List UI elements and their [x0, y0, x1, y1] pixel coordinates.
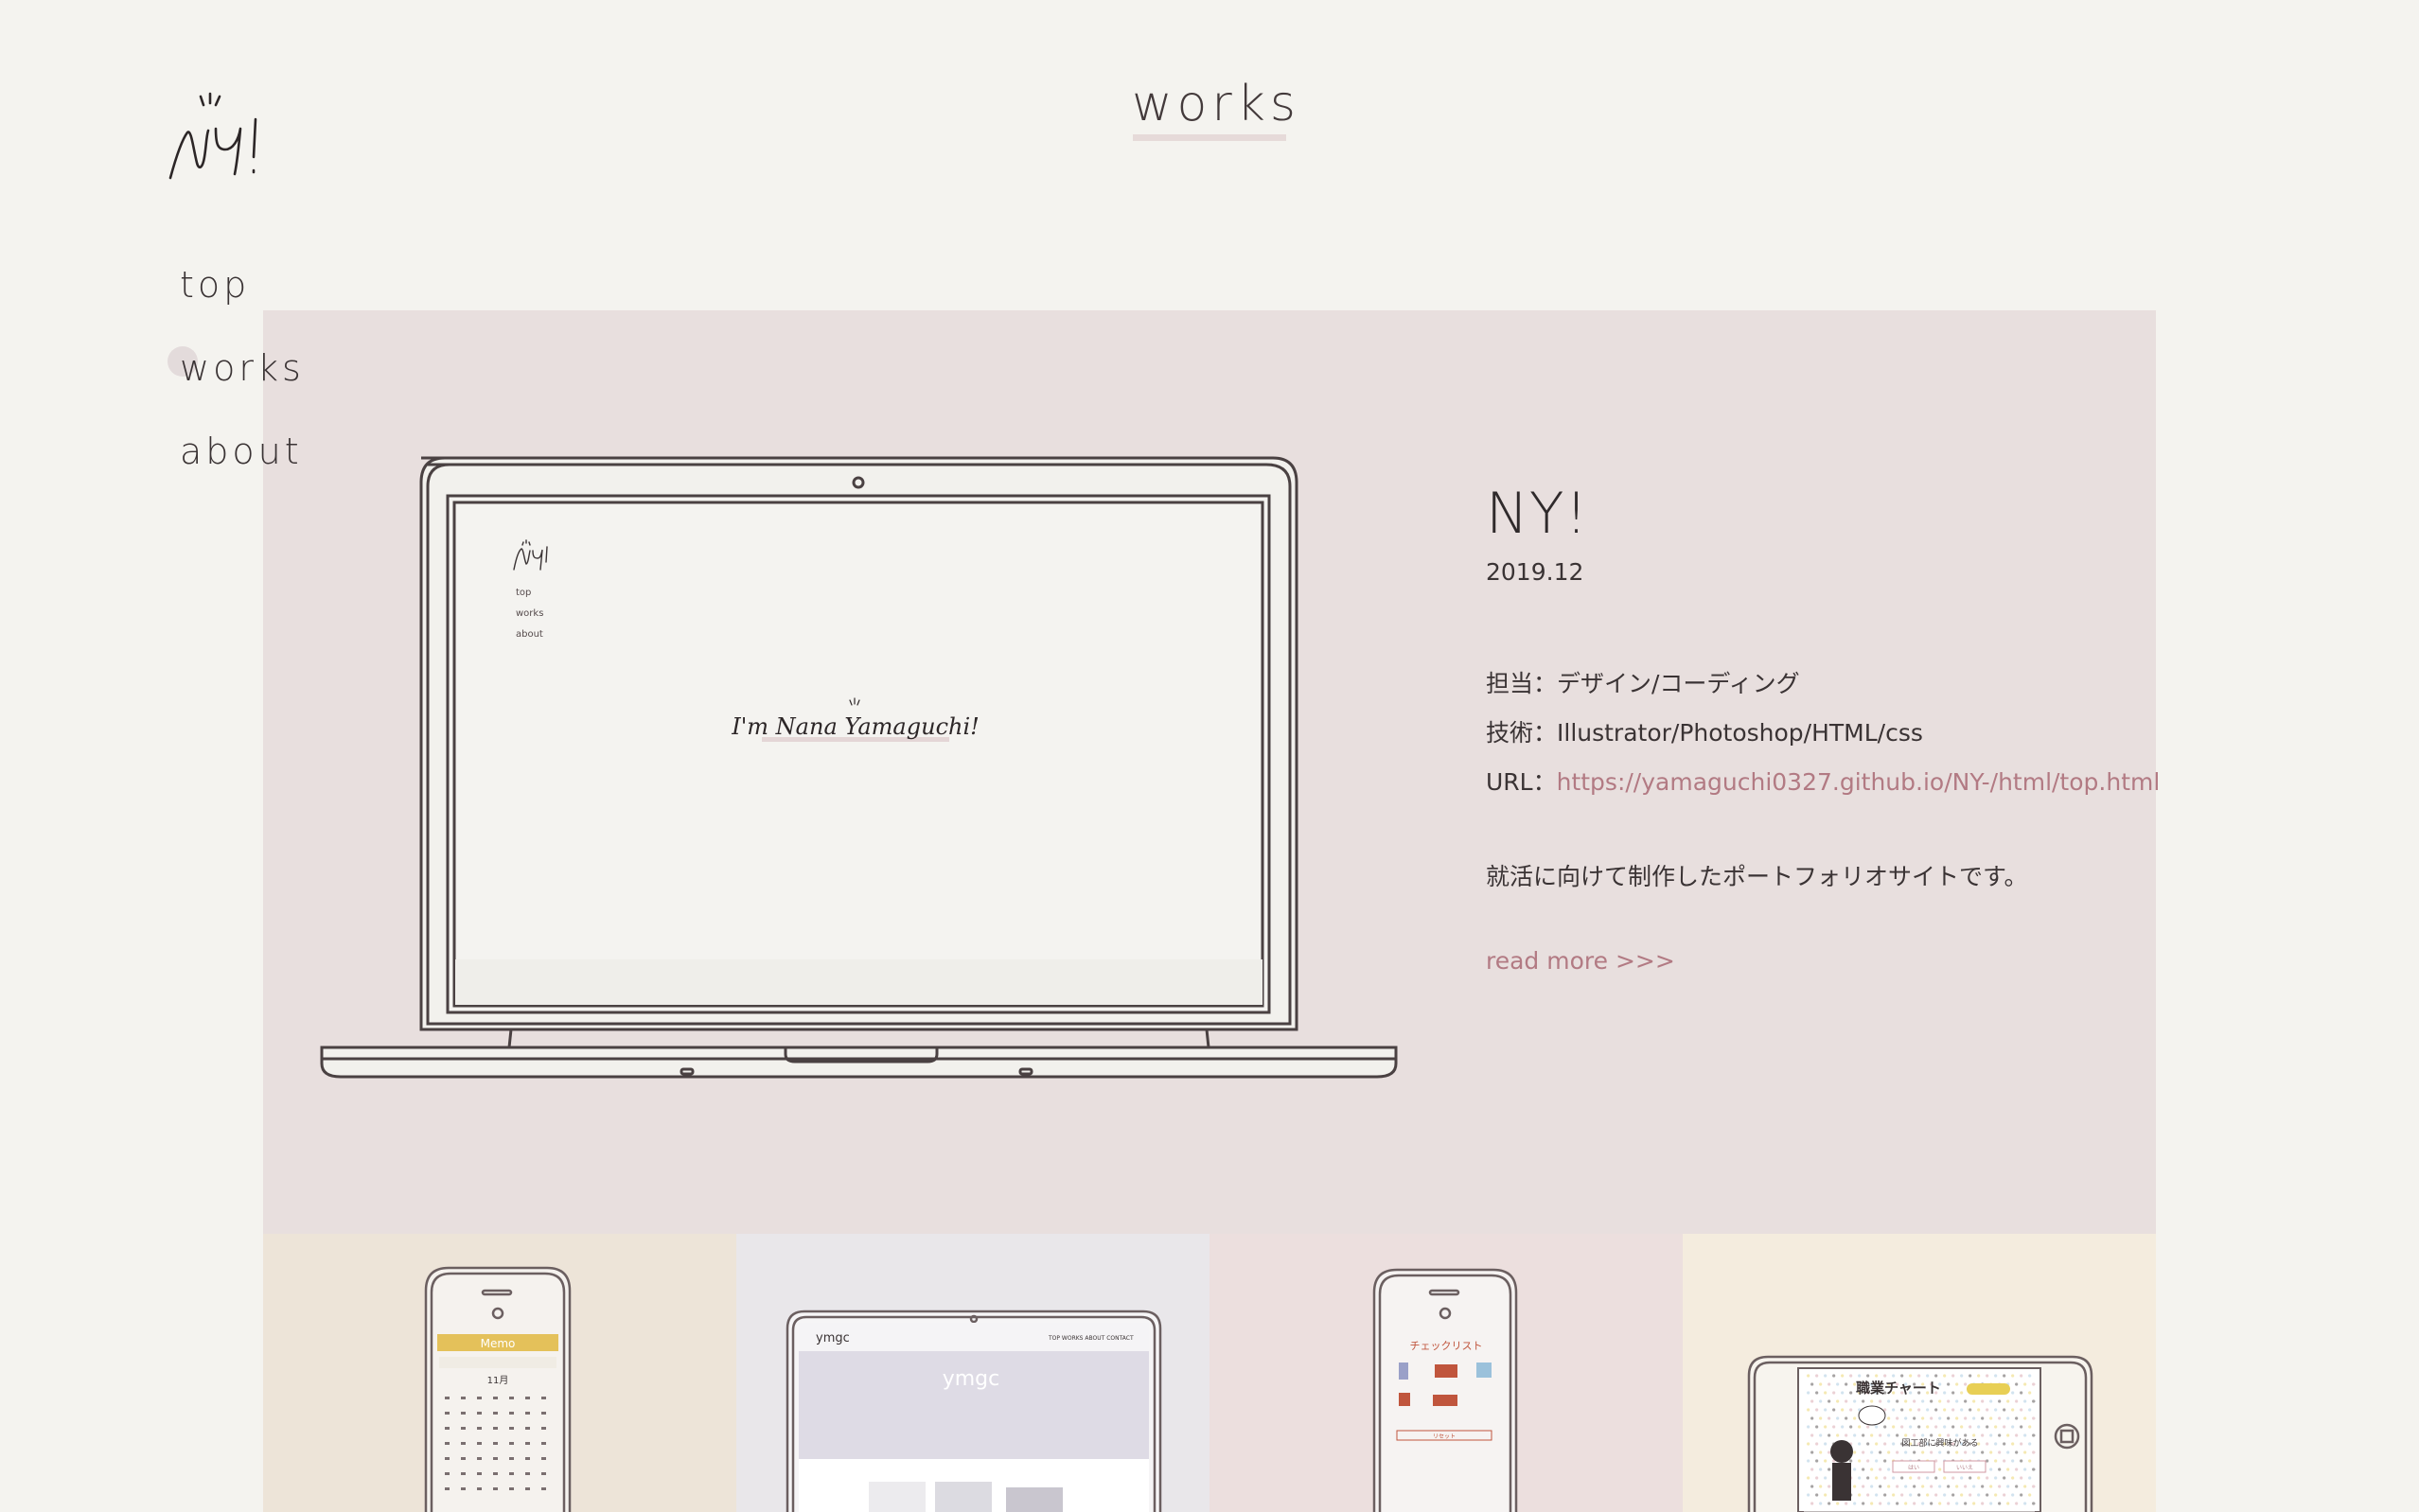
read-more-link[interactable]: read more >>> — [1486, 947, 1675, 975]
calendar-day — [461, 1472, 466, 1475]
calendar-day — [541, 1472, 546, 1475]
url-label: URL： — [1486, 768, 1557, 796]
thumb-screen-title: 職業チャート — [1856, 1380, 1941, 1397]
calendar-day — [461, 1412, 466, 1415]
work-detail: NY! 2019.12 担当：デザイン/コーディング 技術：Illustrato… — [1486, 481, 2160, 975]
nav-item-top[interactable]: top — [180, 261, 305, 344]
page-title: works — [1132, 76, 1300, 132]
calendar-day — [525, 1412, 530, 1415]
thumb-screen-title: Memo — [481, 1337, 516, 1350]
thumb-reset-button: リセット — [1433, 1433, 1456, 1440]
logo[interactable] — [163, 91, 295, 182]
calendar-day — [509, 1442, 514, 1445]
calendar-day — [477, 1457, 482, 1460]
screen-nav-works: works — [516, 608, 543, 619]
calendar-day — [525, 1457, 530, 1460]
work-url-row: URL：https://yamaguchi0327.github.io/NY-/… — [1486, 758, 2160, 807]
thumb-ymgc-logo: ymgc — [816, 1331, 850, 1345]
calendar-day — [509, 1487, 514, 1490]
thumb-option-no: いいえ — [1956, 1465, 1973, 1471]
calendar-day — [525, 1442, 530, 1445]
calendar-day — [509, 1412, 514, 1415]
calendar-day — [477, 1442, 482, 1445]
calendar-day — [477, 1427, 482, 1430]
calendar-day — [525, 1397, 530, 1399]
calendar-day — [541, 1412, 546, 1415]
work-role: 担当：デザイン/コーディング — [1486, 670, 1800, 697]
nav-item-works[interactable]: works — [180, 344, 305, 428]
calendar-day — [541, 1457, 546, 1460]
thumb-month: 11月 — [487, 1375, 509, 1386]
work-url-link[interactable]: https://yamaguchi0327.github.io/NY-/html… — [1557, 768, 2161, 796]
thumbnail-calendar-app[interactable]: Memo 11月 — [263, 1234, 736, 1512]
calendar-day — [541, 1442, 546, 1445]
screen-nav-about: about — [516, 629, 543, 640]
calendar-day — [477, 1412, 482, 1415]
side-nav: top works about — [180, 261, 305, 511]
calendar-day — [493, 1397, 498, 1399]
calendar-day — [493, 1412, 498, 1415]
calendar-day — [461, 1427, 466, 1430]
calendar-day — [493, 1427, 498, 1430]
thumbnail-checklist-app[interactable]: チェックリスト リセット — [1210, 1234, 1683, 1512]
work-description: 就活に向けて制作したポートフォリオサイトです。 — [1486, 863, 2028, 890]
calendar-day — [477, 1487, 482, 1490]
nav-item-about[interactable]: about — [180, 428, 305, 511]
calendar-day — [493, 1457, 498, 1460]
calendar-day — [509, 1427, 514, 1430]
calendar-day — [445, 1397, 450, 1399]
thumb-screen-title: ymgc — [943, 1367, 1000, 1391]
calendar-day — [477, 1397, 482, 1399]
calendar-day — [541, 1397, 546, 1399]
calendar-day — [509, 1457, 514, 1460]
calendar-day — [445, 1427, 450, 1430]
calendar-day — [477, 1472, 482, 1475]
calendar-day — [493, 1472, 498, 1475]
calendar-day — [461, 1487, 466, 1490]
work-tech: 技術：Illustrator/Photoshop/HTML/css — [1486, 719, 1923, 747]
work-title: NY! — [1486, 481, 1589, 547]
calendar-day — [541, 1427, 546, 1430]
calendar-day — [525, 1487, 530, 1490]
calendar-day — [445, 1442, 450, 1445]
thumbnail-ymgc-site[interactable]: ymgc TOP WORKS ABOUT CONTACT ymgc — [736, 1234, 1210, 1512]
calendar-day — [509, 1472, 514, 1475]
calendar-day — [525, 1427, 530, 1430]
calendar-day — [445, 1487, 450, 1490]
calendar-day — [493, 1487, 498, 1490]
calendar-day — [461, 1442, 466, 1445]
thumb-screen-title: チェックリスト — [1410, 1340, 1483, 1352]
laptop-mockup[interactable]: top works about I'm Nana Yamaguchi! — [312, 456, 1401, 1086]
page-title-underline — [1133, 134, 1286, 141]
calendar-day — [445, 1457, 450, 1460]
thumb-question: 図工部に興味がある — [1901, 1437, 1978, 1449]
calendar-day — [461, 1397, 466, 1399]
calendar-day — [445, 1472, 450, 1475]
thumbnail-career-chart[interactable]: 職業チャート 図工部に興味がある はい いいえ — [1683, 1234, 2156, 1512]
calendar-day — [509, 1397, 514, 1399]
screen-nav-top: top — [516, 588, 531, 598]
screen-headline: I'm Nana Yamaguchi! — [731, 713, 980, 740]
thumb-option-yes: はい — [1908, 1465, 1919, 1471]
thumb-ymgc-menu: TOP WORKS ABOUT CONTACT — [1048, 1335, 1134, 1342]
work-info-list: 担当：デザイン/コーディング 技術：Illustrator/Photoshop/… — [1486, 659, 2160, 807]
calendar-day — [445, 1412, 450, 1415]
calendar-day — [541, 1487, 546, 1490]
calendar-day — [493, 1442, 498, 1445]
calendar-day — [461, 1457, 466, 1460]
work-date: 2019.12 — [1486, 558, 1584, 586]
calendar-day — [525, 1472, 530, 1475]
